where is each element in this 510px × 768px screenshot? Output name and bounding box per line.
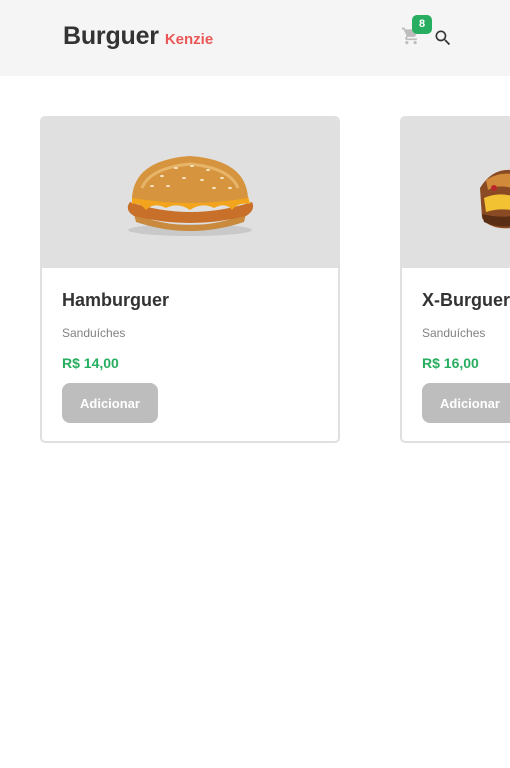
product-card: X-Burguer Sanduíches R$ 16,00 Adicionar <box>400 116 510 443</box>
product-card: Hamburguer Sanduíches R$ 14,00 Adicionar <box>40 116 340 443</box>
brand-logo[interactable]: Burguer Kenzie <box>63 22 213 51</box>
search-button[interactable] <box>433 28 455 50</box>
add-to-cart-button[interactable]: Adicionar <box>62 383 158 423</box>
product-price: R$ 14,00 <box>62 355 119 371</box>
product-name: Hamburguer <box>62 290 170 310</box>
search-icon <box>435 30 451 46</box>
header: Burguer Kenzie 8 <box>0 0 510 76</box>
product-name: X-Burguer <box>422 290 510 310</box>
product-price: R$ 16,00 <box>422 355 479 371</box>
product-category: Sanduíches <box>62 326 126 340</box>
cart-count-badge: 8 <box>412 15 432 34</box>
hamburger-image <box>127 156 254 236</box>
product-list: Hamburguer Sanduíches R$ 14,00 Adicionar… <box>0 76 510 768</box>
x-burger-image <box>480 169 510 229</box>
product-category: Sanduíches <box>422 326 486 340</box>
product-image-container <box>402 118 510 268</box>
brand-main-text: Burguer <box>63 22 159 50</box>
brand-sub-text: Kenzie <box>164 31 214 48</box>
add-to-cart-button[interactable]: Adicionar <box>422 383 510 423</box>
product-image-container <box>42 118 338 268</box>
